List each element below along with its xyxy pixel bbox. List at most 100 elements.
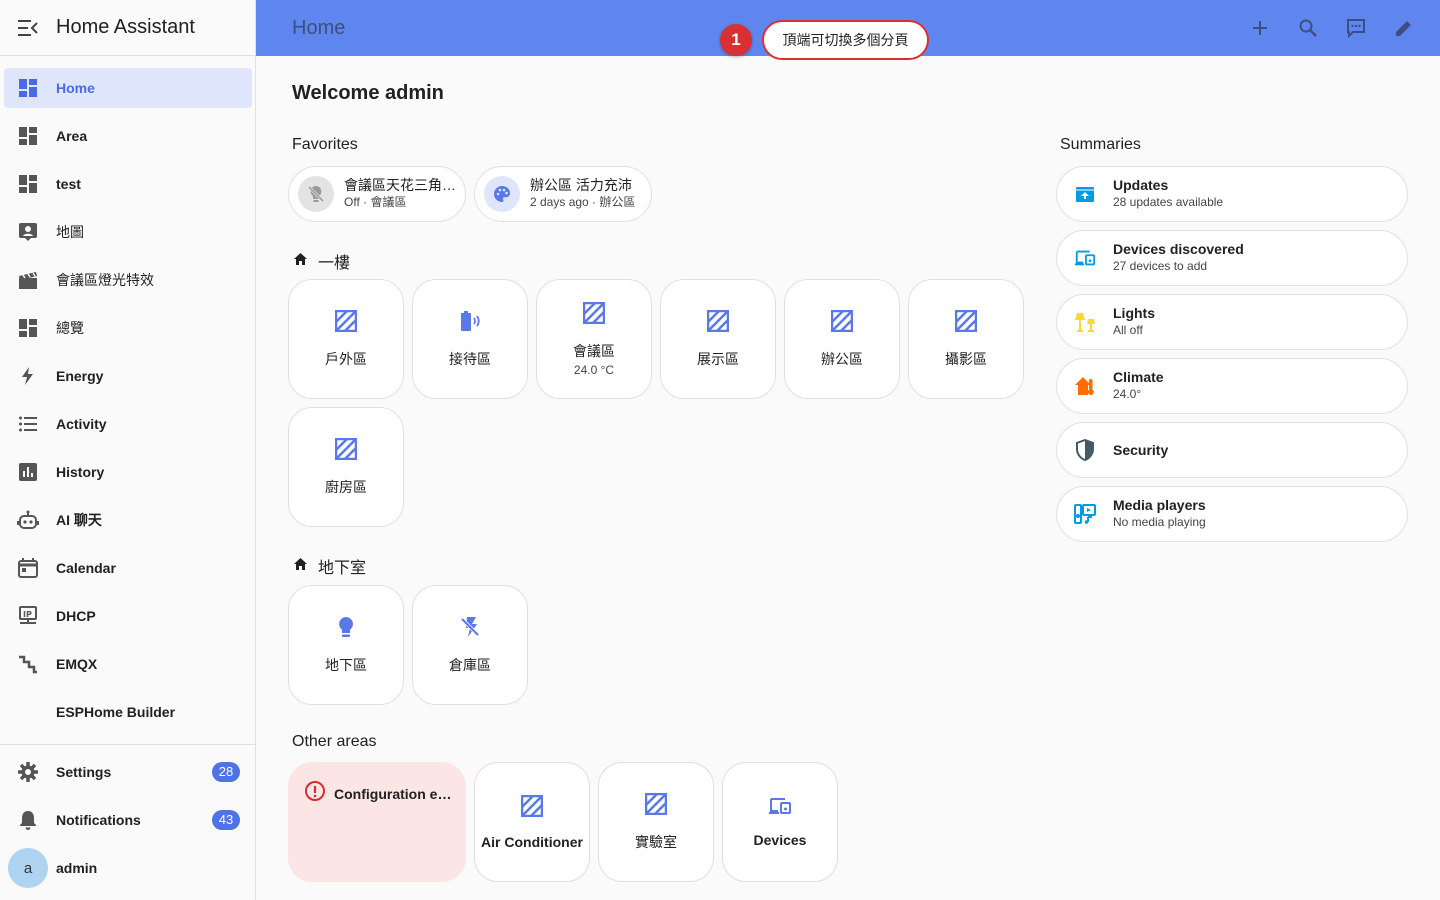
area-tile[interactable]: 接待區 (412, 279, 528, 399)
sidebar-item-overview[interactable]: 總覽 (4, 308, 252, 348)
summary-card-lights[interactable]: Lights All off (1056, 294, 1408, 350)
area-tile[interactable]: 地下區 (288, 585, 404, 705)
sidebar-item-notifications[interactable]: Notifications 43 (4, 800, 252, 840)
multimedia-icon (1071, 503, 1099, 525)
sidebar-item-dhcp[interactable]: IP DHCP (4, 596, 252, 636)
sidebar-item-label: Settings (56, 764, 112, 780)
user-name: admin (56, 860, 98, 876)
summary-card-climate[interactable]: Climate 24.0° (1056, 358, 1408, 414)
summary-state: 24.0° (1113, 387, 1142, 401)
summary-card-security[interactable]: Security (1056, 422, 1408, 478)
sidebar-item-user[interactable]: a admin (4, 848, 252, 888)
area-name: 會議區 (573, 342, 615, 359)
sidebar-item-calendar[interactable]: Calendar (4, 548, 252, 588)
account-box-icon (4, 222, 52, 242)
sidebar-item-activity[interactable]: Activity (4, 404, 252, 444)
summary-state: All off (1113, 323, 1143, 337)
area-tile[interactable]: 廚房區 (288, 407, 404, 527)
welcome-heading: Welcome admin (292, 82, 444, 104)
sidebar-item-energy[interactable]: Energy (4, 356, 252, 396)
sidebar-item-map[interactable]: 地圖 (4, 212, 252, 252)
annotation-marker: 1 (720, 24, 752, 56)
sidebar-item-label: Notifications (56, 812, 141, 828)
summary-name: Devices discovered (1113, 241, 1244, 257)
sidebar-item-emqx[interactable]: EMQX (4, 644, 252, 684)
sidebar-item-esphome[interactable]: ESPHome Builder (4, 692, 252, 732)
sidebar-header: Home Assistant (0, 0, 255, 56)
alert-circle-icon (304, 780, 326, 807)
home-thermometer-icon (1071, 375, 1099, 397)
area-name: 接待區 (449, 350, 491, 367)
page-title[interactable]: Home (292, 17, 345, 40)
home-floor-icon (293, 557, 308, 576)
area-tile[interactable]: 辦公區 (784, 279, 900, 399)
menu-icon[interactable] (0, 0, 56, 56)
sidebar-item-label: ESPHome Builder (56, 704, 176, 720)
texture-box-icon (334, 309, 358, 337)
favorite-name: 會議區天花三角… (344, 177, 456, 193)
lightning-bolt-icon (4, 366, 52, 386)
summary-card-media[interactable]: Media players No media playing (1056, 486, 1408, 542)
pencil-icon[interactable] (1380, 4, 1428, 52)
favorite-state: 2 days ago · 辦公區 (530, 195, 636, 209)
settings-badge: 28 (212, 762, 240, 782)
area-temperature: 24.0 °C (573, 362, 615, 377)
texture-box-icon (830, 309, 854, 337)
sidebar-item-label: Calendar (56, 560, 116, 576)
configuration-error-card[interactable]: Configuration error (288, 762, 466, 882)
sidebar-item-history[interactable]: History (4, 452, 252, 492)
area-tile[interactable]: 展示區 (660, 279, 776, 399)
area-tile[interactable]: Air Conditioner (474, 762, 590, 882)
search-icon[interactable] (1284, 4, 1332, 52)
area-tile[interactable]: 實驗室 (598, 762, 714, 882)
sidebar-item-lighting-effects[interactable]: 會議區燈光特效 (4, 260, 252, 300)
plus-icon[interactable] (1236, 4, 1284, 52)
sidebar-item-settings[interactable]: Settings 28 (4, 752, 252, 792)
floor-name: 地下室 (318, 560, 367, 577)
summary-card-updates[interactable]: Updates 28 updates available (1056, 166, 1408, 222)
flash-off-icon (459, 616, 481, 643)
lamps-icon (1071, 311, 1099, 333)
summary-state: 27 devices to add (1113, 259, 1208, 273)
sidebar-item-label: EMQX (56, 656, 98, 672)
area-name: 戶外區 (325, 350, 367, 367)
sidebar-item-label: Energy (56, 368, 104, 384)
calendar-icon (4, 558, 52, 578)
view-dashboard-icon (4, 174, 52, 194)
sidebar-item-test[interactable]: test (4, 164, 252, 204)
summary-card-devices[interactable]: Devices discovered 27 devices to add (1056, 230, 1408, 286)
sidebar-item-ai-chat[interactable]: AI 聊天 (4, 500, 252, 540)
summary-name: Updates (1113, 177, 1169, 193)
favorite-name: 辦公區 活力充沛 (530, 177, 632, 193)
summary-state: No media playing (1113, 515, 1206, 529)
sidebar-item-home[interactable]: Home (4, 68, 252, 108)
assist-icon[interactable] (1332, 4, 1380, 52)
favorite-state: Off · 會議區 (344, 195, 407, 209)
area-name: 地下區 (325, 656, 367, 673)
package-up-icon (1071, 184, 1099, 204)
sidebar-item-area[interactable]: Area (4, 116, 252, 156)
sidebar-item-label: AI 聊天 (56, 512, 102, 528)
area-tile[interactable]: Devices (722, 762, 838, 882)
favorite-chip[interactable]: 辦公區 活力充沛 2 days ago · 辦公區 (474, 166, 652, 222)
area-tile[interactable]: 攝影區 (908, 279, 1024, 399)
area-tile[interactable]: 倉庫區 (412, 585, 528, 705)
floor-heading: 地下室 (293, 554, 366, 578)
devices-icon (768, 797, 792, 820)
favorite-chip[interactable]: 會議區天花三角… Off · 會議區 (288, 166, 466, 222)
summary-name: Lights (1113, 305, 1155, 321)
sidebar-item-label: Activity (56, 416, 107, 432)
area-name: Air Conditioner (481, 833, 583, 850)
summary-name: Media players (1113, 497, 1206, 513)
floor-name: 一樓 (318, 255, 351, 272)
area-tile[interactable]: 戶外區 (288, 279, 404, 399)
sidebar-divider (0, 744, 255, 745)
texture-box-icon (582, 301, 606, 329)
floor-heading: 一樓 (293, 249, 350, 273)
sidebar-item-label: test (56, 176, 81, 192)
lightbulb-off-icon (298, 176, 334, 212)
sidebar-item-label: 地圖 (56, 224, 84, 240)
ip-network-icon: IP (4, 606, 52, 626)
view-dashboard-icon (4, 318, 52, 338)
area-tile[interactable]: 會議區 24.0 °C (536, 279, 652, 399)
